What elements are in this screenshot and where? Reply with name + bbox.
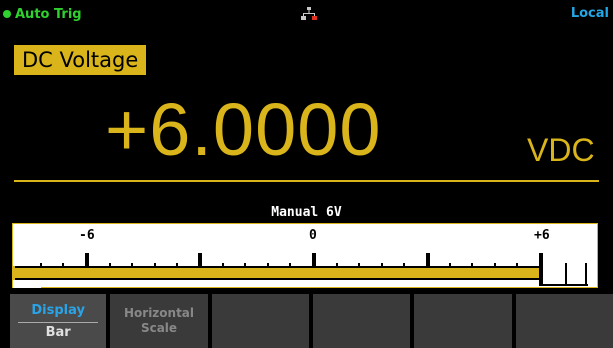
divider bbox=[14, 180, 599, 182]
status-bar: Auto Trig Local bbox=[0, 0, 613, 28]
softkey-display[interactable]: Display Bar bbox=[10, 294, 107, 348]
bar-overrange-line bbox=[543, 284, 588, 286]
bar-overrange-tick bbox=[565, 263, 567, 286]
bar-min-label: -6 bbox=[79, 228, 95, 243]
bar-max-label: +6 bbox=[534, 228, 550, 243]
trigger-label: Auto Trig bbox=[15, 6, 82, 22]
softkey-separator bbox=[18, 321, 99, 323]
trigger-dot-icon bbox=[3, 10, 11, 18]
local-indicator: Local bbox=[570, 6, 609, 21]
bar-overrange-tick bbox=[585, 263, 587, 286]
softkey-display-value: Bar bbox=[45, 324, 71, 340]
reading-unit: VDC bbox=[527, 132, 595, 168]
softkey-bar: Display Bar Horizontal Scale bbox=[0, 294, 613, 348]
softkey-6[interactable] bbox=[515, 294, 613, 348]
range-label: Manual 6V bbox=[271, 205, 342, 220]
trigger-indicator: Auto Trig bbox=[3, 6, 82, 22]
bar-graph-baseline bbox=[13, 282, 41, 288]
bar-mid-label: 0 bbox=[309, 228, 317, 243]
softkey-3[interactable] bbox=[211, 294, 309, 348]
softkey-horizontal-scale-label: Horizontal Scale bbox=[123, 306, 195, 335]
bar-graph-marker bbox=[539, 253, 543, 286]
main-reading: +6.0000 bbox=[105, 88, 382, 171]
softkey-5[interactable] bbox=[414, 294, 512, 348]
bar-graph-fill bbox=[13, 266, 541, 280]
function-label: DC Voltage bbox=[14, 45, 147, 75]
softkey-4[interactable] bbox=[313, 294, 411, 348]
softkey-display-title: Display bbox=[31, 302, 85, 318]
bar-graph-start bbox=[13, 266, 15, 280]
softkey-horizontal-scale[interactable]: Horizontal Scale bbox=[110, 294, 208, 348]
network-lan-icon bbox=[301, 7, 317, 20]
